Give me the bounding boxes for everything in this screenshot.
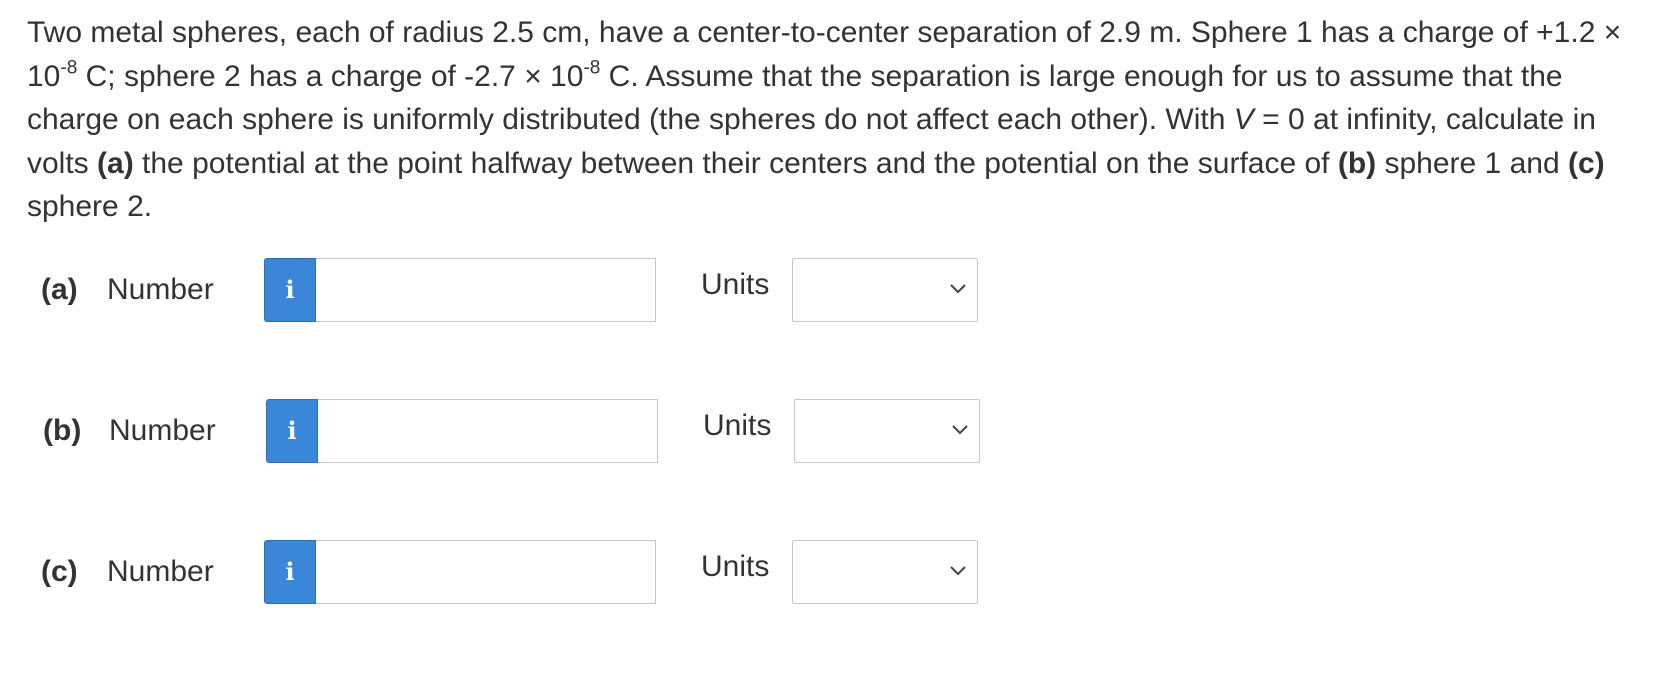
- number-label-a: Number: [107, 273, 214, 306]
- info-button-c[interactable]: i: [264, 540, 316, 604]
- info-icon: i: [287, 416, 297, 445]
- problem-text-6: sphere 1 and: [1376, 146, 1568, 180]
- part-label-a: (a): [41, 273, 78, 306]
- chevron-down-icon: [952, 425, 968, 435]
- units-select-c[interactable]: [792, 540, 978, 604]
- part-label-b: (b): [43, 414, 82, 447]
- units-select-b[interactable]: [794, 399, 980, 463]
- chevron-down-icon: [950, 284, 966, 294]
- part-c-ref: (c): [1567, 146, 1605, 180]
- number-input-c[interactable]: [316, 540, 656, 604]
- v-symbol: V: [1233, 103, 1254, 136]
- number-label-b: Number: [109, 414, 216, 447]
- units-label-b: Units: [703, 409, 772, 442]
- number-label-c: Number: [107, 555, 214, 588]
- units-select-a[interactable]: [792, 258, 978, 322]
- number-input-a[interactable]: [316, 258, 656, 322]
- problem-text-7: sphere 2.: [27, 190, 153, 223]
- chevron-down-icon: [950, 566, 966, 576]
- info-button-b[interactable]: i: [266, 399, 318, 463]
- part-b-ref: (b): [1337, 146, 1377, 180]
- problem-text-5: the potential at the point halfway betwe…: [133, 146, 1338, 180]
- answer-row-c: (c) Number i Units: [0, 540, 1000, 606]
- exponent-1: -8: [60, 57, 78, 79]
- answer-row-a: (a) Number i Units: [0, 258, 1000, 324]
- number-input-b[interactable]: [318, 399, 658, 463]
- problem-statement: Two metal spheres, each of radius 2.5 cm…: [27, 11, 1647, 229]
- problem-text-2: C; sphere 2 has a charge of -2.7 × 10: [77, 59, 584, 93]
- units-label-a: Units: [701, 268, 770, 301]
- info-icon: i: [285, 557, 295, 586]
- part-label-c: (c): [41, 555, 78, 588]
- info-button-a[interactable]: i: [264, 258, 316, 322]
- answer-row-b: (b) Number i Units: [2, 399, 1002, 465]
- part-a-ref: (a): [97, 146, 134, 180]
- units-label-c: Units: [701, 550, 770, 583]
- exponent-2: -8: [583, 57, 601, 79]
- info-icon: i: [285, 275, 295, 304]
